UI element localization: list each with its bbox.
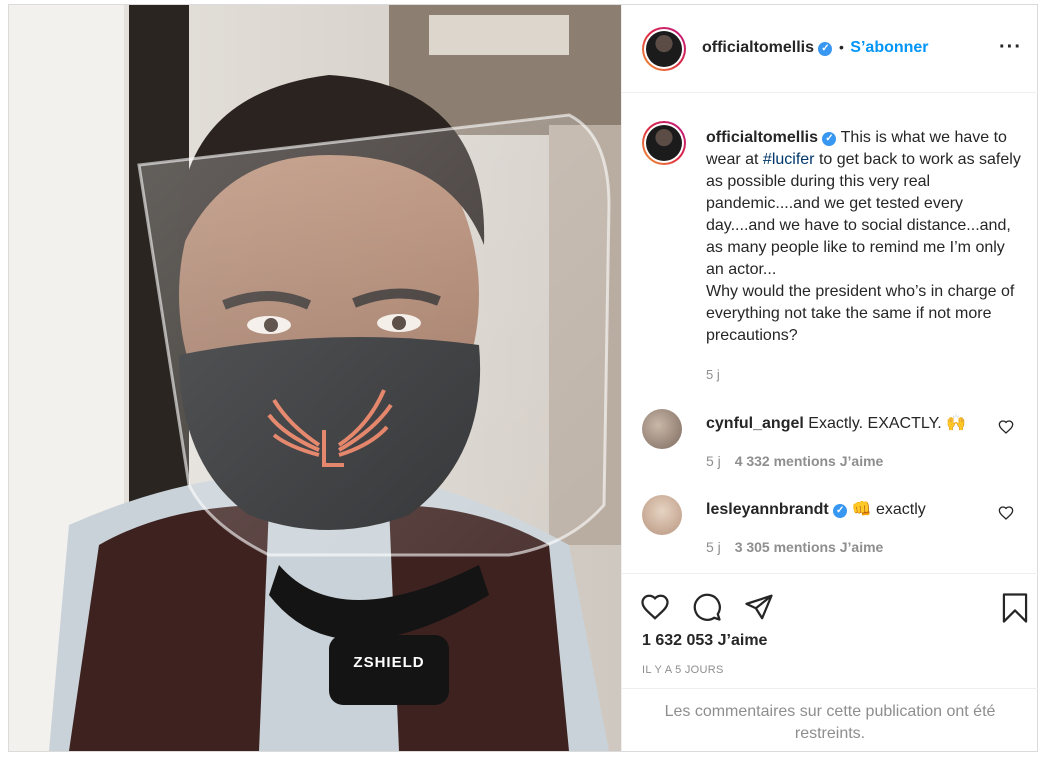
- verified-badge-icon: ✓: [833, 504, 848, 518]
- post-header: officialtomellis ✓ • S’abonner ···: [622, 5, 1038, 93]
- comment-text: Exactly. EXACTLY.: [808, 415, 942, 432]
- comment-text: exactly: [875, 501, 926, 518]
- more-horizontal-icon[interactable]: ···: [999, 37, 1022, 57]
- comment-bubble-icon[interactable]: [692, 592, 722, 622]
- commenter-username[interactable]: cynful_angel: [706, 415, 804, 432]
- likes-count[interactable]: 1 632 053 J’aime: [642, 632, 767, 650]
- author-avatar[interactable]: [642, 27, 686, 71]
- selfie-image: ZSHIELD: [9, 5, 621, 751]
- comment-time[interactable]: 5 j: [706, 539, 721, 555]
- caption-username[interactable]: officialtomellis: [706, 129, 818, 146]
- fist-bump-emoji: 👊: [851, 501, 872, 518]
- instagram-post: ZSHIELD officialtomellis ✓ • S’abonner ·…: [8, 4, 1038, 752]
- comment-likes[interactable]: 3 305 mentions J’aime: [735, 539, 884, 555]
- caption-avatar[interactable]: [642, 121, 686, 165]
- comment-time[interactable]: 5 j: [706, 453, 721, 469]
- commenter-avatar[interactable]: [642, 495, 682, 535]
- post-date[interactable]: IL Y A 5 JOURS: [642, 664, 724, 676]
- raising-hands-emoji: 🙌: [946, 415, 967, 432]
- comment-likes[interactable]: 4 332 mentions J’aime: [735, 453, 884, 469]
- comment-like-heart-icon[interactable]: [998, 505, 1014, 521]
- hashtag-link[interactable]: #lucifer: [763, 151, 815, 168]
- comments-restricted-notice: Les commentaires sur cette publication o…: [622, 688, 1038, 752]
- post-caption: officialtomellis ✓ This is what we have …: [706, 127, 1022, 347]
- caption-time[interactable]: 5 j: [706, 367, 720, 382]
- verified-badge-icon: ✓: [822, 132, 837, 146]
- shield-brand-text: ZSHIELD: [353, 654, 424, 671]
- share-paper-plane-icon[interactable]: [744, 592, 774, 622]
- comment-like-heart-icon[interactable]: [998, 419, 1014, 435]
- post-photo[interactable]: ZSHIELD: [9, 5, 621, 751]
- caption-text-continued: to get back to work as safely as possibl…: [706, 151, 1021, 278]
- commenter-avatar[interactable]: [642, 409, 682, 449]
- comment-item: lesleyannbrandt ✓ 👊 exactly 5 j 3 305 me…: [642, 495, 1038, 559]
- comment-item: cynful_angel Exactly. EXACTLY. 🙌 5 j 4 3…: [642, 409, 1038, 473]
- verified-badge-icon: ✓: [818, 42, 833, 56]
- save-bookmark-icon[interactable]: [1000, 592, 1030, 624]
- caption-text-second: Why would the president who’s in charge …: [706, 283, 1015, 344]
- like-heart-icon[interactable]: [640, 592, 670, 622]
- author-username[interactable]: officialtomellis: [702, 39, 814, 56]
- post-actions: 1 632 053 J’aime IL Y A 5 JOURS Les comm…: [622, 573, 1038, 751]
- commenter-username[interactable]: lesleyannbrandt: [706, 501, 829, 518]
- follow-button[interactable]: S’abonner: [850, 39, 928, 56]
- separator-dot: •: [838, 39, 844, 55]
- post-side-panel: officialtomellis ✓ • S’abonner ··· offic…: [621, 5, 1038, 751]
